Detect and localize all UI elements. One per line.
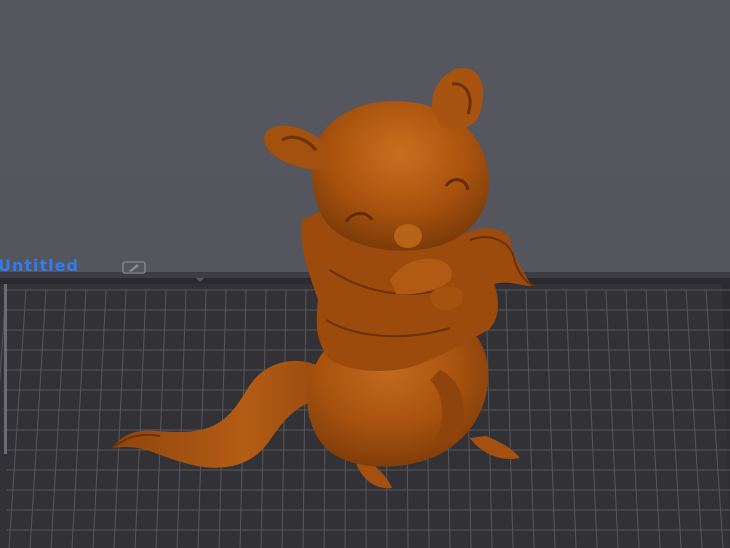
pencil-edit-icon[interactable]: [122, 260, 146, 274]
build-plate-scene[interactable]: [0, 0, 730, 548]
plate-name-label[interactable]: Untitled: [0, 256, 79, 276]
plate-edge-marker: [4, 284, 7, 454]
3d-viewport[interactable]: Untitled ▯ ▯ ▯ ▯: [0, 0, 730, 548]
